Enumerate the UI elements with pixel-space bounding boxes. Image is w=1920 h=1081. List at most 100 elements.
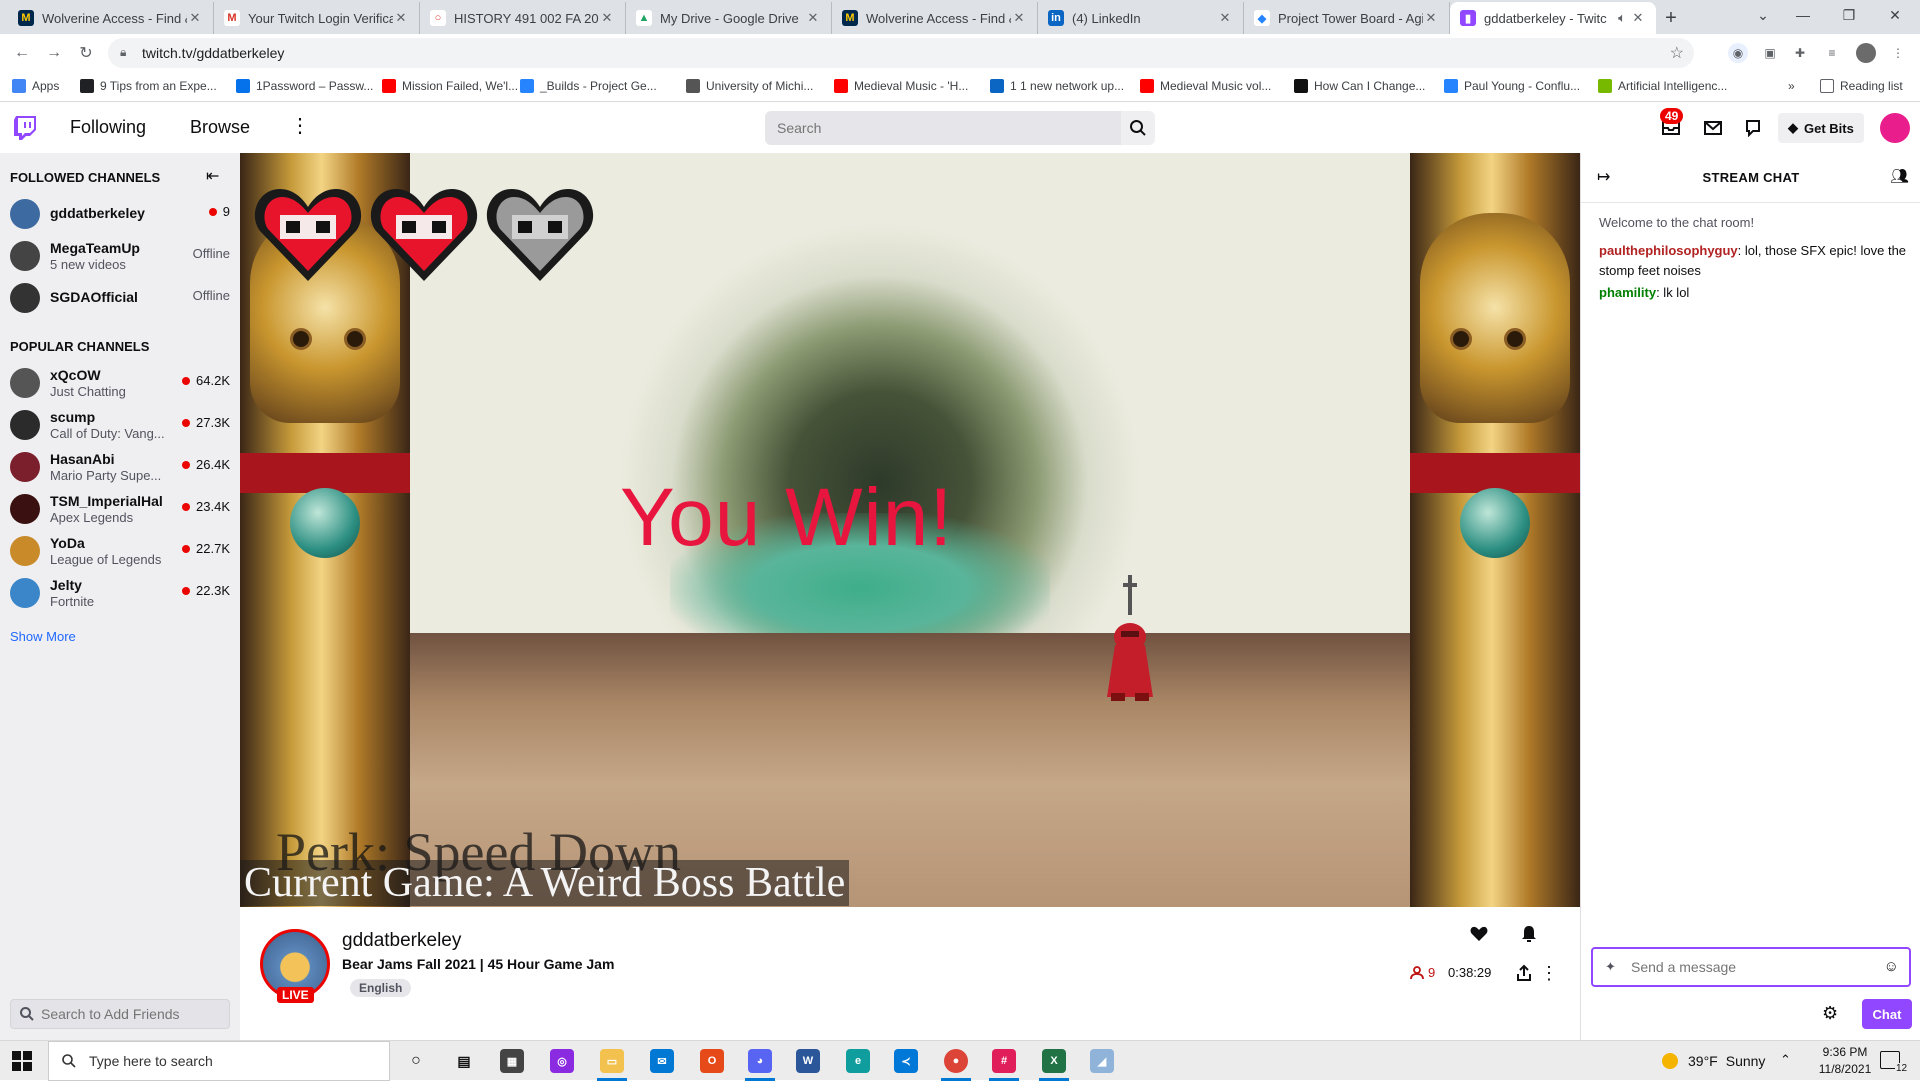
bookmark-item[interactable]: Artificial Intelligenc...: [1598, 79, 1727, 93]
windows-start-icon[interactable]: [12, 1051, 32, 1071]
reading-list-icon[interactable]: ≡: [1822, 43, 1842, 63]
channel-name[interactable]: gddatberkeley: [342, 930, 461, 952]
tray-chevron-icon[interactable]: ⌃: [1780, 1052, 1791, 1068]
app-icon[interactable]: ◢: [1090, 1049, 1114, 1073]
sidebar-channel[interactable]: xQcOW Just Chatting 64.2K: [0, 362, 240, 404]
bookmark-item[interactable]: 1 1 new network up...: [990, 79, 1124, 93]
bookmark-item[interactable]: _Builds - Project Ge...: [520, 79, 657, 93]
sidebar-channel[interactable]: HasanAbi Mario Party Supe... 26.4K: [0, 446, 240, 488]
edge-icon[interactable]: e: [846, 1049, 870, 1073]
twitch-logo-icon[interactable]: [14, 116, 36, 140]
more-bookmarks-icon[interactable]: »: [1788, 79, 1795, 93]
collapse-sidebar-icon[interactable]: ⇤: [206, 166, 219, 186]
follow-heart-icon[interactable]: [1464, 919, 1494, 949]
more-menu-icon[interactable]: ⋮: [290, 113, 310, 138]
file-explorer-icon[interactable]: ▭: [600, 1049, 624, 1073]
audio-playing-icon[interactable]: 🔈︎: [1614, 10, 1630, 26]
reading-list-button[interactable]: Reading list: [1820, 79, 1903, 93]
whispers-icon[interactable]: [1700, 115, 1726, 141]
bookmark-item[interactable]: 1Password – Passw...: [236, 79, 373, 93]
chat-settings-gear-icon[interactable]: ⚙: [1822, 1003, 1838, 1024]
emote-picker-icon[interactable]: ☺: [1884, 958, 1899, 975]
profile-avatar[interactable]: [1880, 113, 1910, 143]
browser-tab[interactable]: M Wolverine Access - Find & ✕: [832, 2, 1038, 34]
menu-dots-icon[interactable]: ⋮: [1888, 43, 1908, 63]
nav-browse[interactable]: Browse: [190, 117, 250, 138]
notification-bell-icon[interactable]: [1514, 919, 1544, 949]
system-clock[interactable]: 9:36 PM 11/8/2021: [1810, 1044, 1880, 1078]
vscode-icon[interactable]: ≺: [894, 1049, 918, 1073]
browser-tab[interactable]: ▲ My Drive - Google Drive ✕: [626, 2, 832, 34]
slack-icon[interactable]: #: [992, 1049, 1016, 1073]
bookmark-item[interactable]: 9 Tips from an Expe...: [80, 79, 217, 93]
minimize-button[interactable]: —: [1780, 0, 1826, 30]
browser-tab[interactable]: ▮ gddatberkeley - Twitc 🔈︎ ✕: [1450, 2, 1656, 34]
chrome-icon[interactable]: ●: [944, 1049, 968, 1073]
tab-close-icon[interactable]: ✕: [393, 10, 409, 26]
weather-widget[interactable]: 39°F Sunny: [1662, 1053, 1765, 1069]
task-view-icon[interactable]: ▤: [452, 1049, 476, 1073]
bookmark-item[interactable]: Apps: [12, 79, 59, 93]
browser-tab[interactable]: ○ HISTORY 491 002 FA 2021 ✕: [420, 2, 626, 34]
puzzle-icon[interactable]: ✚: [1790, 43, 1810, 63]
browser-tab[interactable]: M Your Twitch Login Verificat ✕: [214, 2, 420, 34]
bookmark-star-icon[interactable]: ☆: [1670, 43, 1684, 63]
word-icon[interactable]: W: [796, 1049, 820, 1073]
taskbar-search[interactable]: Type here to search: [48, 1041, 390, 1081]
sidebar-channel[interactable]: gddatberkeley 9: [0, 193, 240, 235]
chat-bubble-icon[interactable]: [1740, 115, 1766, 141]
extension-icon[interactable]: ▣: [1760, 43, 1780, 63]
reload-icon[interactable]: ↻: [72, 39, 100, 67]
search-button[interactable]: [1121, 111, 1155, 145]
tab-close-icon[interactable]: ✕: [187, 10, 203, 26]
tab-close-icon[interactable]: ✕: [805, 10, 821, 26]
chat-input[interactable]: [1593, 949, 1909, 985]
video-player[interactable]: You Win! Perk: Speed Down Current Game: …: [240, 153, 1580, 907]
tab-close-icon[interactable]: ✕: [1630, 10, 1646, 26]
extension-icon[interactable]: ◉: [1728, 43, 1748, 63]
sidebar-channel[interactable]: MegaTeamUp 5 new videos Offline: [0, 235, 240, 277]
excel-icon[interactable]: X: [1042, 1049, 1066, 1073]
discord-icon[interactable]: ◕: [748, 1049, 772, 1073]
chat-username[interactable]: phamility: [1599, 285, 1656, 300]
more-options-icon[interactable]: ⋮: [1534, 958, 1564, 988]
bookmark-item[interactable]: Mission Failed, We'l...: [382, 79, 518, 93]
close-window-button[interactable]: ✕: [1872, 0, 1918, 30]
chat-send-button[interactable]: Chat: [1862, 999, 1912, 1029]
maximize-button[interactable]: ❐: [1826, 0, 1872, 30]
get-bits-button[interactable]: ◆ Get Bits: [1778, 113, 1864, 143]
browser-tab[interactable]: M Wolverine Access - Find & ✕: [8, 2, 214, 34]
profile-avatar[interactable]: [1856, 43, 1876, 63]
bookmark-item[interactable]: Medieval Music - 'H...: [834, 79, 968, 93]
podcast-app-icon[interactable]: ◎: [550, 1049, 574, 1073]
bookmark-item[interactable]: University of Michi...: [686, 79, 813, 93]
community-icon[interactable]: 👥︎: [1890, 167, 1909, 185]
back-icon[interactable]: ←: [8, 39, 36, 67]
sidebar-channel[interactable]: YoDa League of Legends 22.7K: [0, 530, 240, 572]
tab-close-icon[interactable]: ✕: [1217, 10, 1233, 26]
nav-following[interactable]: Following: [70, 117, 146, 138]
forward-icon[interactable]: →: [40, 39, 68, 67]
tab-close-icon[interactable]: ✕: [1423, 10, 1439, 26]
sidebar-channel[interactable]: TSM_ImperialHal Apex Legends 23.4K: [0, 488, 240, 530]
search-input[interactable]: [765, 111, 1121, 145]
browser-tab[interactable]: in (4) LinkedIn ✕: [1038, 2, 1244, 34]
office-icon[interactable]: O: [700, 1049, 724, 1073]
bookmark-item[interactable]: How Can I Change...: [1294, 79, 1425, 93]
mail-icon[interactable]: ✉: [650, 1049, 674, 1073]
store-icon[interactable]: ▦: [500, 1049, 524, 1073]
sparkle-icon[interactable]: ✦: [1605, 959, 1616, 975]
tab-close-icon[interactable]: ✕: [599, 10, 615, 26]
address-bar[interactable]: 🔒︎ twitch.tv/gddatberkeley ☆: [108, 38, 1694, 68]
bookmark-item[interactable]: Paul Young - Conflu...: [1444, 79, 1580, 93]
chat-username[interactable]: paulthephilosophyguy: [1599, 243, 1738, 258]
show-more-link[interactable]: Show More: [10, 629, 76, 644]
sidebar-channel[interactable]: scump Call of Duty: Vang... 27.3K: [0, 404, 240, 446]
friend-search-input[interactable]: [11, 1000, 229, 1028]
browser-tab[interactable]: ◆ Project Tower Board - Agil ✕: [1244, 2, 1450, 34]
cortana-icon[interactable]: ○: [404, 1049, 428, 1073]
new-tab-button[interactable]: +: [1656, 2, 1686, 34]
sidebar-channel[interactable]: SGDAOfficial Offline: [0, 277, 240, 319]
sidebar-channel[interactable]: Jelty Fortnite 22.3K: [0, 572, 240, 614]
bookmark-item[interactable]: Medieval Music vol...: [1140, 79, 1271, 93]
